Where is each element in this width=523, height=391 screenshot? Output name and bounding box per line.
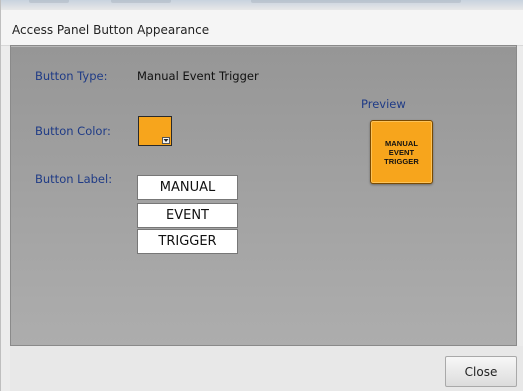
dialog-title-bar: Access Panel Button Appearance (1, 10, 523, 46)
content-panel (10, 45, 517, 346)
preview-line-1: MANUAL (384, 138, 419, 148)
preview-line-3: TRIGGER (384, 156, 419, 166)
close-button[interactable]: Close (445, 356, 517, 387)
preview-button: MANUAL EVENT TRIGGER (370, 120, 433, 184)
button-type-label: Button Type: (35, 69, 108, 83)
button-type-value: Manual Event Trigger (137, 69, 259, 83)
background-window-strip (1, 0, 523, 10)
label-line-1-input[interactable] (137, 175, 238, 200)
button-label-label: Button Label: (35, 172, 113, 186)
preview-title: Preview (361, 97, 406, 111)
button-color-label: Button Color: (35, 124, 111, 138)
label-line-2-input[interactable] (137, 203, 238, 228)
preview-line-2: EVENT (388, 147, 415, 157)
dialog-window: Access Panel Button Appearance Button Ty… (0, 0, 523, 391)
label-line-3-input[interactable] (137, 229, 238, 254)
dialog-title: Access Panel Button Appearance (12, 23, 210, 37)
chevron-down-icon (162, 137, 170, 144)
button-color-picker[interactable] (138, 116, 172, 146)
